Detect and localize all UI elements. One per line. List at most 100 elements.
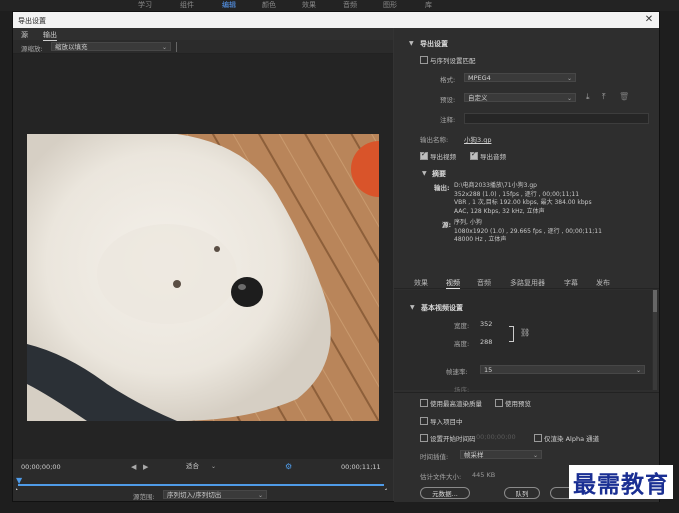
format-value: MPEG4 (468, 74, 491, 82)
use-preview-checkbox[interactable] (495, 399, 503, 407)
metadata-button[interactable]: 元数据... (420, 487, 470, 499)
mark-out-icon[interactable]: ▶ (143, 463, 148, 471)
max-render-label: 使用最高渲染质量 (430, 400, 482, 408)
chevron-down-icon: ⌄ (257, 492, 263, 499)
frame-rate-select[interactable]: 15 ⌄ (480, 365, 645, 374)
match-sequence-checkbox[interactable] (420, 56, 428, 64)
comment-label: 注释: (440, 116, 456, 124)
dialog-titlebar: 导出设置 ✕ (13, 12, 659, 28)
summary-output-text: D:\电商2033播放\71小狗3.gp 352x288 (1.0) , 15f… (454, 182, 654, 216)
summary-source-line: 1080x1920 (1.0) , 29.665 fps , 逐行 , 00;0… (454, 227, 602, 235)
save-preset-icon[interactable]: ⤓ (586, 92, 590, 102)
summary-source-label: 源: (442, 221, 452, 229)
fit-value: 适合 (186, 462, 199, 470)
preview-tabs: 源 输出 (13, 28, 393, 41)
settings-tabs: 效果 视频 音频 多路复用器 字幕 发布 (394, 276, 659, 289)
workspace-tab[interactable]: 组件 (180, 0, 194, 10)
interp-select[interactable]: 帧采样 ⌄ (460, 450, 542, 459)
start-tc-value[interactable]: 00;00;00;00 (476, 433, 516, 441)
mark-in-icon[interactable]: ◀ (131, 463, 136, 471)
export-video-checkbox[interactable] (420, 150, 428, 160)
tab-source[interactable]: 源 (21, 30, 28, 40)
settings-tab[interactable]: 音频 (477, 278, 491, 288)
summary-source-line: 序列, 小狗 (454, 219, 482, 226)
export-video-label: 导出视频 (430, 153, 456, 161)
source-scaling-row: 源缩放: 缩放以填充 ⌄ (13, 41, 393, 54)
export-audio-checkbox[interactable] (470, 150, 478, 160)
chevron-down-icon: ⌄ (566, 95, 572, 102)
scrollbar[interactable] (653, 290, 657, 390)
preview-frame-image (27, 134, 379, 421)
link-icon[interactable]: ⛓ (520, 328, 530, 337)
workspace-tab[interactable]: 学习 (138, 0, 152, 10)
output-name-label: 输出名称: (420, 136, 449, 144)
format-label: 格式: (440, 76, 456, 84)
collapse-icon[interactable]: ▼ (409, 40, 414, 47)
output-name-link[interactable]: 小狗3.gp (464, 134, 491, 144)
workspace-tab[interactable]: 编辑 (222, 0, 236, 10)
source-scaling-select[interactable]: 缩放以填充 ⌄ (51, 42, 171, 51)
summary-output-label: 输出: (434, 184, 450, 192)
start-tc-checkbox[interactable] (420, 434, 428, 442)
link-bracket (509, 326, 514, 342)
workspace-tab[interactable]: 音频 (343, 0, 357, 10)
preset-select[interactable]: 自定义 ⌄ (464, 93, 576, 102)
timecode-start[interactable]: 00;00;00;00 (21, 463, 61, 471)
delete-preset-icon[interactable]: 🗑 (619, 92, 629, 101)
format-select[interactable]: MPEG4 ⌄ (464, 73, 576, 82)
file-size-value: 445 KB (472, 471, 496, 479)
settings-tab[interactable]: 字幕 (564, 278, 578, 288)
close-icon[interactable]: ✕ (642, 13, 656, 27)
use-preview-label: 使用预览 (505, 400, 531, 408)
queue-button[interactable]: 队列 (504, 487, 540, 499)
dog-photo (27, 134, 379, 421)
settings-panel: ▼ 导出设置 与序列设置匹配 格式: MPEG4 ⌄ 预设: 自定义 ⌄ ⤓ ⤒ 🗑… (394, 28, 659, 502)
summary-output-line: AAC, 128 Kbps, 32 kHz, 立体声 (454, 207, 545, 215)
match-sequence-label: 与序列设置匹配 (430, 57, 476, 65)
settings-tab[interactable]: 发布 (596, 278, 610, 288)
workspace-tab[interactable]: 库 (425, 0, 432, 10)
settings-icon[interactable]: ⚙ (285, 462, 292, 471)
settings-tab[interactable]: 效果 (414, 278, 428, 288)
chevron-down-icon: ⌄ (161, 44, 167, 51)
summary-output-line: VBR , 1 次,目标 192.00 kbps, 最大 384.00 kbps (454, 199, 592, 206)
fit-select[interactable]: 适合 ⌄ (183, 462, 219, 471)
source-range-select[interactable]: 序列切入/序列切出 ⌄ (163, 490, 267, 499)
max-render-checkbox[interactable] (420, 399, 428, 407)
comment-input[interactable] (464, 113, 649, 124)
export-settings-title: 导出设置 (420, 40, 448, 48)
settings-tab[interactable]: 多路复用器 (510, 278, 545, 288)
summary-title: 摘要 (432, 170, 446, 178)
dialog-title: 导出设置 (18, 17, 46, 25)
height-label: 高度: (454, 340, 470, 348)
summary-output-line: 352x288 (1.0) , 15fps , 逐行 , 00;00;11;11 (454, 190, 580, 198)
workspace-tab[interactable]: 效果 (302, 0, 316, 10)
summary-collapse-icon[interactable]: ▼ (422, 170, 427, 177)
export-settings-dialog: 导出设置 ✕ 源 输出 源缩放: 缩放以填充 ⌄ 00;00;00;00 ◀ ▶… (13, 12, 659, 502)
preview-panel: 源 输出 源缩放: 缩放以填充 ⌄ 00;00;00;00 ◀ ▶ 适合 ⌄ ⚙… (13, 28, 393, 501)
basic-video-title: 基本视频设置 (421, 304, 463, 312)
import-preset-icon[interactable]: ⤒ (602, 92, 606, 102)
video-settings-pane: ▼ 基本视频设置 宽度: 352 高度: 288 ⛓ 帧速率: 15 ⌄ 场序: (394, 290, 652, 394)
chevron-down-icon: ⌄ (635, 367, 641, 374)
interp-value: 帧采样 (464, 451, 484, 459)
import-project-checkbox[interactable] (420, 417, 428, 425)
render-alpha-checkbox[interactable] (534, 434, 542, 442)
summary-source-text: 序列, 小狗 1080x1920 (1.0) , 29.665 fps , 逐行… (454, 219, 654, 245)
height-value[interactable]: 288 (480, 338, 492, 346)
chevron-down-icon: ⌄ (566, 75, 572, 82)
timeline-scrubber[interactable] (18, 484, 384, 486)
interp-label: 时间插值: (420, 453, 449, 461)
import-project-label: 导入项目中 (430, 418, 463, 426)
workspace-tab[interactable]: 图形 (383, 0, 397, 10)
workspace-tab[interactable]: 颜色 (262, 0, 276, 10)
playhead-icon[interactable]: ▼ (16, 476, 22, 485)
tab-output[interactable]: 输出 (43, 30, 57, 41)
settings-tab[interactable]: 视频 (446, 278, 460, 289)
collapse-icon[interactable]: ▼ (410, 304, 415, 311)
width-value[interactable]: 352 (480, 320, 492, 328)
width-label: 宽度: (454, 322, 470, 330)
source-range-row: 源范围: 序列切入/序列切出 ⌄ (13, 490, 393, 501)
summary-output-line: D:\电商2033播放\71小狗3.gp (454, 182, 537, 189)
chevron-down-icon: ⌄ (210, 463, 216, 470)
